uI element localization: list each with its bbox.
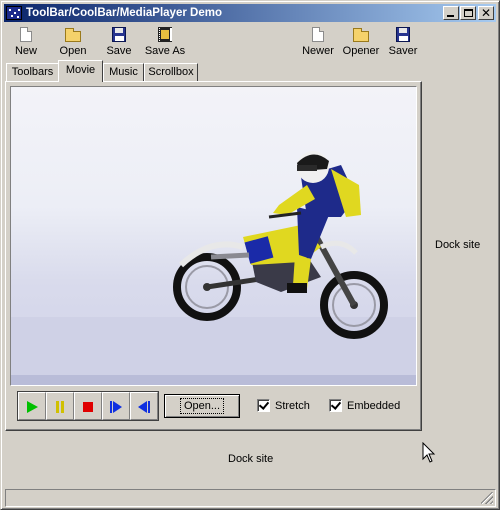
toolbar-new-button[interactable]: New <box>11 26 41 60</box>
main-window: ToolBar/CoolBar/MediaPlayer Demo ✕ New O… <box>0 0 500 510</box>
step-forward-icon <box>110 401 122 413</box>
open-folder-icon <box>65 27 81 43</box>
movie-video-display[interactable] <box>10 86 417 386</box>
toolbar-new-label: New <box>14 45 37 57</box>
maximize-button[interactable] <box>460 6 476 20</box>
status-bar <box>5 489 496 507</box>
embedded-check-icon <box>329 399 342 412</box>
toolbar-saver-label: Saver <box>388 45 418 57</box>
app-icon <box>6 6 22 20</box>
title-bar[interactable]: ToolBar/CoolBar/MediaPlayer Demo ✕ <box>4 4 496 22</box>
step-back-button[interactable] <box>130 392 158 420</box>
minimize-button[interactable] <box>443 6 459 20</box>
stop-icon <box>83 402 93 412</box>
new-document-icon <box>310 27 326 43</box>
toolbar-save-as-button[interactable]: Save As <box>142 26 188 60</box>
save-disk-icon <box>111 27 127 43</box>
toolbar-save-label: Save <box>106 45 132 57</box>
media-control-bar: Open... Stretch Embedded <box>10 386 417 424</box>
save-disk-icon <box>395 27 411 43</box>
play-icon <box>27 401 38 413</box>
resize-grip-icon[interactable] <box>481 492 493 504</box>
step-forward-button[interactable] <box>102 392 130 420</box>
minimize-icon <box>447 15 454 17</box>
stretch-check-icon <box>257 399 270 412</box>
save-as-film-icon <box>157 27 173 43</box>
window-title: ToolBar/CoolBar/MediaPlayer Demo <box>26 7 222 19</box>
media-player-buttons <box>17 391 159 421</box>
step-back-icon <box>138 401 150 413</box>
open-folder-icon <box>353 27 369 43</box>
toolbar-newer-button[interactable]: Newer <box>299 26 337 60</box>
open-media-button[interactable]: Open... <box>164 394 240 418</box>
toolbar-opener-button[interactable]: Opener <box>340 26 382 60</box>
toolbar-saver-button[interactable]: Saver <box>386 26 420 60</box>
embedded-checkbox[interactable]: Embedded <box>329 399 400 412</box>
toolbar-save-as-label: Save As <box>144 45 186 57</box>
tab-movie[interactable]: Movie <box>58 60 103 82</box>
dock-site-right[interactable]: Dock site <box>435 239 480 251</box>
motocross-video-frame <box>11 151 416 385</box>
toolbar-open-button[interactable]: Open <box>57 26 89 60</box>
stretch-checkbox[interactable]: Stretch <box>257 399 310 412</box>
stretch-label: Stretch <box>275 399 310 412</box>
pause-button[interactable] <box>46 392 74 420</box>
toolbar-open-label: Open <box>59 45 87 57</box>
toolbar-newer-label: Newer <box>302 45 334 57</box>
tab-scrollbox[interactable]: Scrollbox <box>144 63 198 81</box>
play-button[interactable] <box>18 392 46 420</box>
close-icon: ✕ <box>480 6 492 20</box>
open-media-label: Open... <box>179 398 225 414</box>
toolbar-opener-label: Opener <box>342 45 380 57</box>
embedded-label: Embedded <box>347 399 401 412</box>
tab-music[interactable]: Music <box>103 63 144 81</box>
tab-toolbars[interactable]: Toolbars <box>6 63 59 81</box>
close-button[interactable]: ✕ <box>478 6 494 20</box>
toolbar-save-button[interactable]: Save <box>104 26 134 60</box>
new-document-icon <box>18 27 34 43</box>
dock-site-bottom[interactable]: Dock site <box>228 453 273 465</box>
stop-button[interactable] <box>74 392 102 420</box>
maximize-icon <box>464 9 473 17</box>
mouse-cursor-icon <box>422 442 436 463</box>
pause-icon <box>56 401 64 413</box>
